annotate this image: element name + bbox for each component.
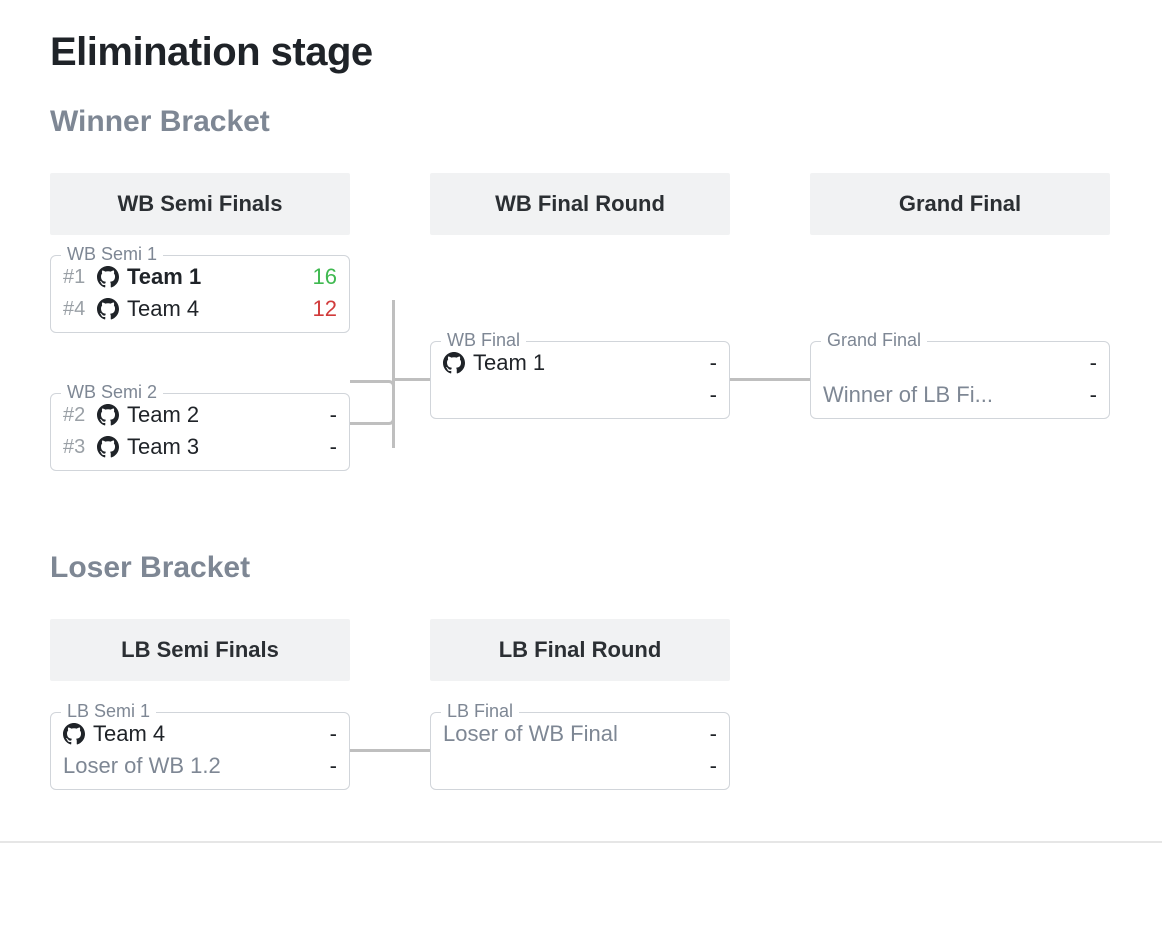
round-col-lb-final: LB Final Loser of WB Final - -	[430, 701, 730, 801]
match-label: WB Semi 2	[61, 382, 163, 403]
team-name: Team 3	[127, 434, 297, 460]
score: -	[297, 753, 337, 779]
connector	[350, 380, 395, 448]
score: -	[297, 402, 337, 428]
round-col-final: WB Final Team 1 - -	[430, 255, 730, 505]
team-name: Team 4	[93, 721, 297, 747]
connector	[730, 378, 810, 381]
winner-round-headers: WB Semi Finals WB Final Round Grand Fina…	[50, 173, 1112, 235]
seed: #2	[63, 404, 97, 427]
score: -	[677, 753, 717, 779]
score: 12	[297, 296, 337, 322]
github-icon	[97, 404, 119, 426]
round-col-lb-semi: LB Semi 1 Team 4 - Loser of WB 1.2 -	[50, 701, 350, 801]
team-name: Team 4	[127, 296, 297, 322]
team-row: #3 Team 3 -	[51, 432, 349, 470]
team-row: Loser of WB 1.2 -	[51, 751, 349, 789]
seed: #4	[63, 298, 97, 321]
loser-round-headers: LB Semi Finals LB Final Round	[50, 619, 1112, 681]
winner-bracket: Winner Bracket WB Semi Finals WB Final R…	[50, 105, 1112, 505]
github-icon	[97, 436, 119, 458]
round-header-lb-semi: LB Semi Finals	[50, 619, 350, 681]
github-icon	[63, 723, 85, 745]
connector	[393, 378, 433, 381]
seed: #1	[63, 266, 97, 289]
match-grand-final[interactable]: Grand Final - Winner of LB Fi... -	[810, 341, 1110, 419]
github-icon	[443, 352, 465, 374]
team-row: #4 Team 4 12	[51, 294, 349, 332]
score: -	[677, 350, 717, 376]
team-name: Loser of WB Final	[443, 721, 677, 747]
match-lb-semi-1[interactable]: LB Semi 1 Team 4 - Loser of WB 1.2 -	[50, 712, 350, 790]
winner-rounds: WB Semi 1 #1 Team 1 16 #4 Team 4 12	[50, 255, 1112, 505]
team-row: Winner of LB Fi... -	[811, 380, 1109, 418]
score: -	[297, 721, 337, 747]
round-header-wb-semi: WB Semi Finals	[50, 173, 350, 235]
match-wb-semi-2[interactable]: WB Semi 2 #2 Team 2 - #3 Team 3 -	[50, 393, 350, 471]
score: 16	[297, 264, 337, 290]
team-name: Team 1	[127, 264, 297, 290]
score: -	[677, 382, 717, 408]
elimination-stage-page: Elimination stage Winner Bracket WB Semi…	[0, 0, 1162, 843]
loser-rounds: LB Semi 1 Team 4 - Loser of WB 1.2 - LB …	[50, 701, 1112, 801]
match-label: LB Semi 1	[61, 701, 156, 722]
winner-bracket-title: Winner Bracket	[50, 105, 1112, 139]
loser-bracket: Loser Bracket LB Semi Finals LB Final Ro…	[50, 551, 1112, 801]
round-header-grand: Grand Final	[810, 173, 1110, 235]
match-label: Grand Final	[821, 330, 927, 351]
score: -	[1057, 350, 1097, 376]
connector	[350, 749, 430, 752]
score: -	[1057, 382, 1097, 408]
team-row: -	[431, 380, 729, 418]
round-header-lb-final: LB Final Round	[430, 619, 730, 681]
team-name: Winner of LB Fi...	[823, 382, 1057, 408]
round-col-grand: Grand Final - Winner of LB Fi... -	[810, 255, 1110, 505]
match-wb-final[interactable]: WB Final Team 1 - -	[430, 341, 730, 419]
match-label: WB Semi 1	[61, 244, 163, 265]
round-col-semis: WB Semi 1 #1 Team 1 16 #4 Team 4 12	[50, 255, 350, 505]
stage-title: Elimination stage	[50, 30, 1112, 75]
match-label: LB Final	[441, 701, 519, 722]
team-name: Team 1	[473, 350, 677, 376]
match-wb-semi-1[interactable]: WB Semi 1 #1 Team 1 16 #4 Team 4 12	[50, 255, 350, 333]
github-icon	[97, 298, 119, 320]
loser-bracket-title: Loser Bracket	[50, 551, 1112, 585]
team-name: Team 2	[127, 402, 297, 428]
match-lb-final[interactable]: LB Final Loser of WB Final - -	[430, 712, 730, 790]
team-row: -	[431, 751, 729, 789]
seed: #3	[63, 436, 97, 459]
connector	[350, 300, 395, 425]
github-icon	[97, 266, 119, 288]
score: -	[677, 721, 717, 747]
match-label: WB Final	[441, 330, 526, 351]
round-header-wb-final: WB Final Round	[430, 173, 730, 235]
score: -	[297, 434, 337, 460]
team-name: Loser of WB 1.2	[63, 753, 297, 779]
